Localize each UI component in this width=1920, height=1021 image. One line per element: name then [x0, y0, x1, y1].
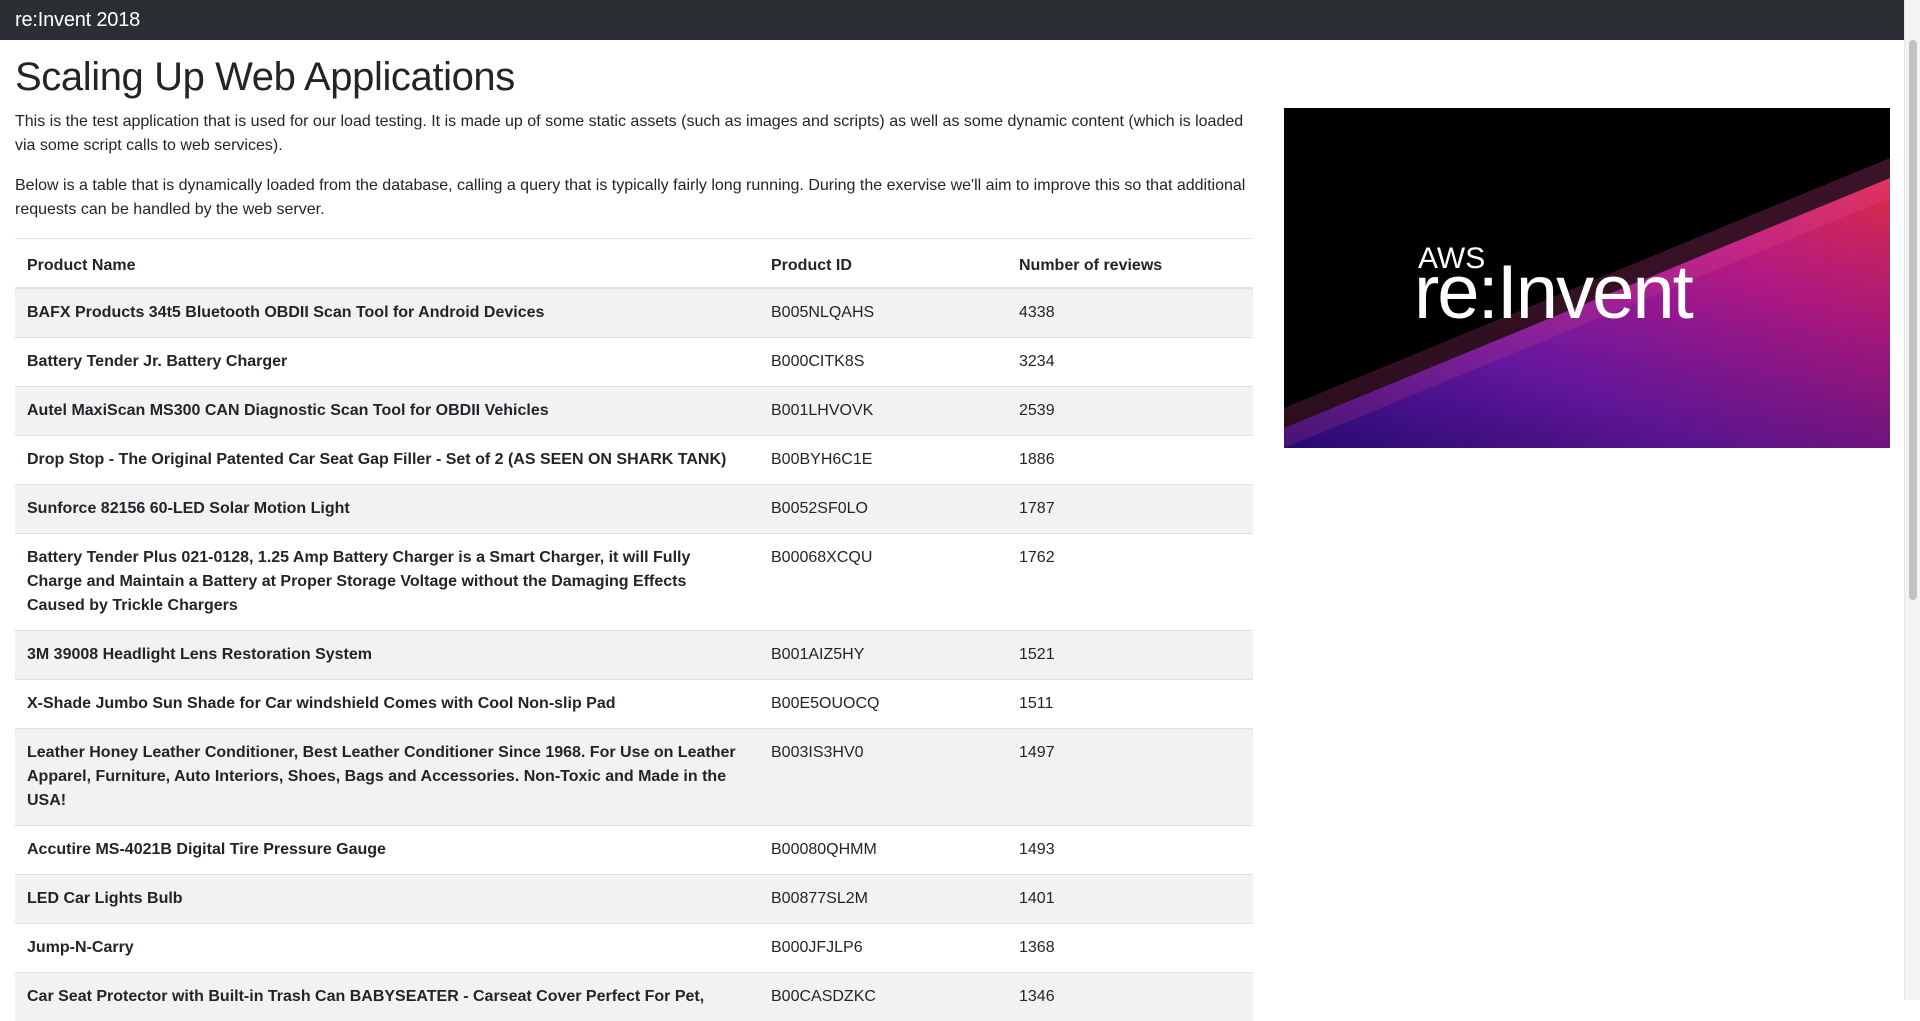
top-navbar: re:Invent 2018 — [0, 0, 1904, 40]
product-name-cell: Drop Stop - The Original Patented Car Se… — [15, 436, 759, 485]
table-row: X-Shade Jumbo Sun Shade for Car windshie… — [15, 680, 1253, 729]
product-name-cell: 3M 39008 Headlight Lens Restoration Syst… — [15, 631, 759, 680]
table-row: BAFX Products 34t5 Bluetooth OBDII Scan … — [15, 288, 1253, 338]
product-name-cell: BAFX Products 34t5 Bluetooth OBDII Scan … — [15, 288, 759, 338]
table-row: Sunforce 82156 60-LED Solar Motion Light… — [15, 485, 1253, 534]
product-name-cell: Battery Tender Plus 021-0128, 1.25 Amp B… — [15, 534, 759, 631]
review-count-cell: 1497 — [1007, 729, 1253, 826]
product-name-cell: Accutire MS-4021B Digital Tire Pressure … — [15, 826, 759, 875]
product-id-cell: B0052SF0LO — [759, 485, 1007, 534]
table-row: Accutire MS-4021B Digital Tire Pressure … — [15, 826, 1253, 875]
description-paragraph: Below is a table that is dynamically loa… — [15, 174, 1253, 222]
products-table: Product Name Product ID Number of review… — [15, 238, 1253, 1021]
product-name-cell: X-Shade Jumbo Sun Shade for Car windshie… — [15, 680, 759, 729]
product-id-cell: B005NLQAHS — [759, 288, 1007, 338]
product-id-cell: B00068XCQU — [759, 534, 1007, 631]
product-name-cell: Battery Tender Jr. Battery Charger — [15, 338, 759, 387]
review-count-cell: 1346 — [1007, 973, 1253, 1021]
review-count-cell: 1511 — [1007, 680, 1253, 729]
table-header-row: Product Name Product ID Number of review… — [15, 239, 1253, 289]
table-row: Battery Tender Plus 021-0128, 1.25 Amp B… — [15, 534, 1253, 631]
table-row: LED Car Lights BulbB00877SL2M1401 — [15, 875, 1253, 924]
product-id-cell: B003IS3HV0 — [759, 729, 1007, 826]
page-title: Scaling Up Web Applications — [15, 53, 1253, 101]
product-name-cell: Jump-N-Carry — [15, 924, 759, 973]
product-id-cell: B001LHVOVK — [759, 387, 1007, 436]
table-row: Drop Stop - The Original Patented Car Se… — [15, 436, 1253, 485]
table-row: Leather Honey Leather Conditioner, Best … — [15, 729, 1253, 826]
product-name-cell: Car Seat Protector with Built-in Trash C… — [15, 973, 759, 1021]
aws-reinvent-banner: AWS re:Invent — [1284, 108, 1890, 448]
product-id-cell: B001AIZ5HY — [759, 631, 1007, 680]
product-id-cell: B00080QHMM — [759, 826, 1007, 875]
review-count-cell: 1493 — [1007, 826, 1253, 875]
reinvent-logo-image: AWS re:Invent — [1284, 108, 1890, 448]
table-row: Autel MaxiScan MS300 CAN Diagnostic Scan… — [15, 387, 1253, 436]
page-scrollbar[interactable] — [1904, 0, 1920, 1000]
product-name-cell: LED Car Lights Bulb — [15, 875, 759, 924]
product-id-cell: B000CITK8S — [759, 338, 1007, 387]
product-id-cell: B00CASDZKC — [759, 973, 1007, 1021]
product-id-cell: B00877SL2M — [759, 875, 1007, 924]
header-product-id: Product ID — [759, 239, 1007, 289]
review-count-cell: 1401 — [1007, 875, 1253, 924]
review-count-cell: 1787 — [1007, 485, 1253, 534]
product-id-cell: B00E5OUOCQ — [759, 680, 1007, 729]
product-name-cell: Leather Honey Leather Conditioner, Best … — [15, 729, 759, 826]
navbar-brand[interactable]: re:Invent 2018 — [15, 9, 140, 32]
banner-reinvent-text: re:Invent — [1414, 250, 1694, 335]
product-name-cell: Sunforce 82156 60-LED Solar Motion Light — [15, 485, 759, 534]
review-count-cell: 1368 — [1007, 924, 1253, 973]
review-count-cell: 4338 — [1007, 288, 1253, 338]
review-count-cell: 1762 — [1007, 534, 1253, 631]
product-id-cell: B00BYH6C1E — [759, 436, 1007, 485]
review-count-cell: 1521 — [1007, 631, 1253, 680]
header-number-of-reviews: Number of reviews — [1007, 239, 1253, 289]
scrollbar-thumb[interactable] — [1909, 40, 1917, 600]
intro-paragraph: This is the test application that is use… — [15, 110, 1253, 158]
review-count-cell: 2539 — [1007, 387, 1253, 436]
table-row: Battery Tender Jr. Battery ChargerB000CI… — [15, 338, 1253, 387]
review-count-cell: 3234 — [1007, 338, 1253, 387]
product-id-cell: B000JFJLP6 — [759, 924, 1007, 973]
table-body: BAFX Products 34t5 Bluetooth OBDII Scan … — [15, 288, 1253, 1021]
table-row: Jump-N-CarryB000JFJLP61368 — [15, 924, 1253, 973]
header-product-name: Product Name — [15, 239, 759, 289]
table-row: 3M 39008 Headlight Lens Restoration Syst… — [15, 631, 1253, 680]
main-content: Scaling Up Web Applications This is the … — [15, 40, 1253, 1021]
review-count-cell: 1886 — [1007, 436, 1253, 485]
product-name-cell: Autel MaxiScan MS300 CAN Diagnostic Scan… — [15, 387, 759, 436]
table-row: Car Seat Protector with Built-in Trash C… — [15, 973, 1253, 1021]
